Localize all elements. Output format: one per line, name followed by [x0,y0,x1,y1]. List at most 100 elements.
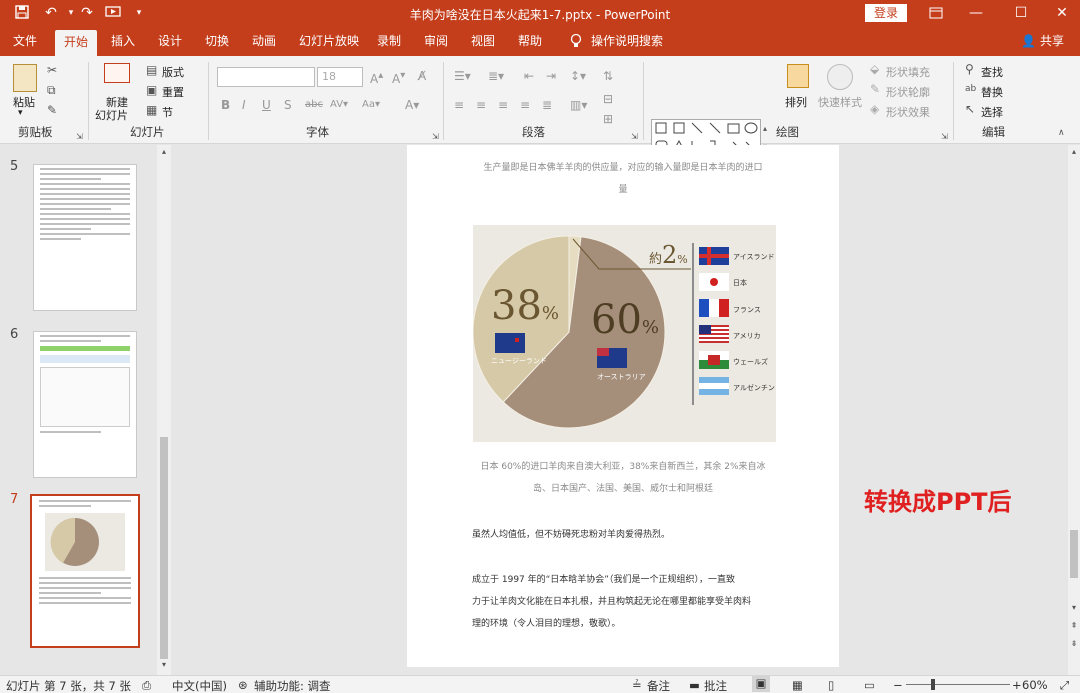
clipboard-launcher-icon[interactable]: ⇲ [76,130,83,144]
font-size-combo[interactable]: 18 [317,67,363,87]
change-case-icon[interactable]: Aa▾ [362,98,380,112]
clear-formatting-icon[interactable]: A̸ [418,69,426,83]
drawing-launcher-icon[interactable]: ⇲ [941,130,948,144]
decrease-font-icon[interactable]: A▾ [392,69,405,86]
next-slide-icon[interactable]: ⇟ [1068,639,1080,648]
paragraph-launcher-icon[interactable]: ⇲ [631,130,638,144]
align-left-icon[interactable]: ≡ [454,98,464,112]
zoom-slider[interactable] [906,684,1010,685]
columns-icon[interactable]: ▥▾ [570,98,587,112]
scroll-thumb[interactable] [1070,530,1078,578]
font-launcher-icon[interactable]: ⇲ [432,130,439,144]
shape-fill-button[interactable]: 形状填充 [886,64,930,80]
accessibility-status[interactable]: 辅助功能: 调查 [254,678,331,693]
slide-page[interactable]: 生产量即是日本佛羊羊肉的供应量，对应的输入量即是日本羊肉的进口 量 38% 60… [407,145,839,667]
character-spacing-icon[interactable]: AV▾ [330,98,348,112]
find-icon[interactable]: ⚲ [965,62,974,76]
section-button[interactable]: 节 [162,104,173,120]
scroll-down-icon[interactable]: ▾ [157,660,171,669]
line-spacing-icon[interactable]: ↕▾ [570,69,586,83]
tab-review[interactable]: 审阅 [415,27,457,56]
tab-home[interactable]: 开始 [55,30,98,56]
shape-effect-icon[interactable]: ◈ [870,102,879,116]
replace-icon[interactable]: ab [965,82,976,96]
numbering-icon[interactable]: ≣▾ [488,69,504,83]
close-button[interactable]: ✕ [1040,0,1080,27]
tab-help[interactable]: 帮助 [509,27,551,56]
layout-icon[interactable]: ▤ [146,63,157,77]
scroll-up-icon[interactable]: ▴ [1068,147,1080,156]
slide-sorter-icon[interactable]: ▦ [792,678,803,692]
increase-font-icon[interactable]: A▴ [370,69,383,86]
shape-outline-icon[interactable]: ✎ [870,82,880,96]
minimize-button[interactable]: — [954,0,998,27]
align-center-icon[interactable]: ≡ [476,98,486,112]
reset-icon[interactable]: ▣ [146,83,157,97]
slideshow-view-icon[interactable]: ▭ [864,678,875,692]
new-slide-label-2[interactable]: 幻灯片 [95,107,128,123]
format-painter-icon[interactable]: ✎ [47,103,57,117]
text-direction-icon[interactable]: ⇅ [603,69,613,83]
shape-fill-icon[interactable]: ⬙ [870,62,879,76]
tell-me-search[interactable]: 操作说明搜索 [582,27,672,56]
reading-view-icon[interactable]: ▯ [828,678,834,692]
tab-insert[interactable]: 插入 [102,27,144,56]
justify-icon[interactable]: ≡ [520,98,530,112]
underline-icon[interactable]: U [262,98,271,112]
bold-icon[interactable]: B [221,98,230,112]
smartart-icon[interactable]: ⊞ [603,112,613,126]
language[interactable]: 中文(中国) [172,678,227,693]
comments-icon[interactable]: ▬ [689,678,700,692]
canvas-scrollbar[interactable]: ▴ ▾ ⇞ ⇟ [1068,145,1080,675]
shape-outline-button[interactable]: 形状轮廓 [886,84,930,100]
reset-button[interactable]: 重置 [162,84,184,100]
zoom-level[interactable]: 60% [1022,678,1048,692]
slide-thumbnail-7[interactable] [30,494,140,648]
section-icon[interactable]: ▦ [146,103,157,117]
scroll-down-icon[interactable]: ▾ [1068,603,1080,612]
find-button[interactable]: 查找 [981,64,1003,80]
strikethrough-icon[interactable]: abc [305,98,323,112]
paste-label[interactable]: 粘贴 [13,94,35,110]
share-button[interactable]: 👤 共享 [1021,27,1064,56]
slide-thumbnail-6[interactable] [33,331,137,478]
tab-design[interactable]: 设计 [149,27,191,56]
ribbon-display-options-icon[interactable] [914,0,958,27]
slide-thumbnail-5[interactable] [33,164,137,311]
paste-dropdown-icon[interactable]: ▾ [18,108,23,118]
comments-button[interactable]: 批注 [704,678,727,693]
font-name-combo[interactable] [217,67,315,87]
login-button[interactable]: 登录 [865,4,907,22]
notes-icon[interactable]: ≟ [632,678,642,692]
shape-effect-button[interactable]: 形状效果 [886,104,930,120]
pie-chart-image[interactable]: 38% 60% 約2% ニュージーランド オーストラリア アイスランド 日本 フ… [473,225,776,442]
bullets-icon[interactable]: ☰▾ [454,69,471,83]
align-right-icon[interactable]: ≡ [498,98,508,112]
quick-styles-button[interactable]: 快速样式 [818,94,862,110]
tab-transitions[interactable]: 切换 [196,27,238,56]
align-text-icon[interactable]: ⊟ [603,92,613,106]
decrease-indent-icon[interactable]: ⇤ [524,69,534,83]
maximize-button[interactable]: ☐ [999,0,1043,27]
select-button[interactable]: 选择 [981,104,1003,120]
zoom-slider-thumb[interactable] [931,679,935,690]
shadow-icon[interactable]: S [284,98,292,112]
previous-slide-icon[interactable]: ⇞ [1068,621,1080,630]
new-slide-icon[interactable] [104,63,130,83]
collapse-ribbon-icon[interactable]: ∧ [1058,126,1065,140]
increase-indent-icon[interactable]: ⇥ [546,69,556,83]
quick-styles-icon[interactable] [827,64,853,90]
scroll-up-icon[interactable]: ▴ [157,147,171,156]
normal-view-icon[interactable]: ▣ [752,676,770,692]
tab-animations[interactable]: 动画 [243,27,285,56]
tab-record[interactable]: 录制 [368,27,410,56]
zoom-out-icon[interactable]: − [893,678,903,692]
arrange-button[interactable]: 排列 [785,94,807,110]
tab-slideshow[interactable]: 幻灯片放映 [290,27,368,56]
thumbnails-scrollbar[interactable]: ▴ ▾ [157,145,171,675]
tab-file[interactable]: 文件 [4,27,46,56]
tab-view[interactable]: 视图 [462,27,504,56]
cut-icon[interactable]: ✂ [47,63,57,77]
fit-to-window-icon[interactable]: ⤢ [1060,678,1069,693]
distributed-icon[interactable]: ≣ [542,98,552,112]
